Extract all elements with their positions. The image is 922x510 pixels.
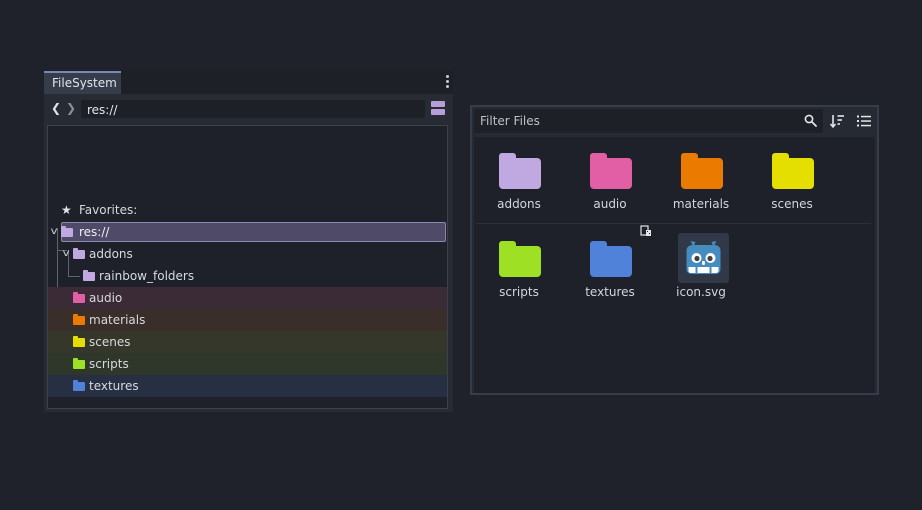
- path-bar: ❮ ❯ res://: [44, 94, 453, 122]
- folder-icon: [73, 248, 85, 259]
- vertical-dots-icon[interactable]: [441, 74, 453, 90]
- grid-item-label: textures: [585, 285, 635, 299]
- filesystem-dock: FileSystem ❮ ❯ res:// ★ Favorites: v res…: [44, 70, 453, 412]
- import-status-icon: [640, 225, 651, 236]
- file-tree: ★ Favorites: v res:// v addons rainbow_f…: [47, 125, 448, 409]
- tree-row-rainbow-folders[interactable]: rainbow_folders: [48, 265, 447, 287]
- tree-row-materials[interactable]: materials: [48, 309, 447, 331]
- tree-favorites-row[interactable]: ★ Favorites:: [48, 199, 447, 221]
- tree-label-res: res://: [79, 225, 110, 239]
- folder-icon: [590, 153, 632, 189]
- folder-icon: [772, 153, 814, 189]
- grid-item-textures[interactable]: textures: [565, 225, 655, 309]
- tree-row-addons[interactable]: v addons: [48, 243, 447, 265]
- folder-icon: [73, 380, 85, 391]
- tree-label-materials: materials: [89, 313, 146, 327]
- folder-icon: [590, 241, 632, 277]
- split-toggle-icon[interactable]: [430, 100, 446, 117]
- tab-filesystem[interactable]: FileSystem: [44, 71, 121, 94]
- file-grid: addons audio materials scenes scripts te…: [474, 137, 875, 393]
- tree-row-scripts[interactable]: scripts: [48, 353, 447, 375]
- grid-item-materials[interactable]: materials: [656, 137, 746, 221]
- tree-row-res[interactable]: v res://: [48, 221, 447, 243]
- tree-label-scenes: scenes: [89, 335, 131, 349]
- folder-icon: [499, 153, 541, 189]
- godot-logo-icon: [678, 233, 729, 283]
- filter-files-placeholder: Filter Files: [480, 114, 540, 128]
- folder-icon: [499, 241, 541, 277]
- folder-icon: [83, 270, 95, 281]
- selection-highlight: [61, 222, 446, 242]
- grid-item-scenes[interactable]: scenes: [747, 137, 837, 221]
- tree-label-rainbow-folders: rainbow_folders: [99, 269, 195, 283]
- dock-tab-bar: FileSystem: [44, 70, 453, 94]
- grid-item-label: addons: [497, 197, 541, 211]
- grid-item-label: scenes: [771, 197, 813, 211]
- tree-row-textures[interactable]: textures: [48, 375, 447, 397]
- sort-icon[interactable]: [829, 113, 845, 129]
- filter-files-input[interactable]: Filter Files: [474, 109, 823, 133]
- search-icon[interactable]: [804, 114, 817, 127]
- chevron-right-icon[interactable]: ❯: [66, 101, 76, 115]
- chevron-left-icon[interactable]: ❮: [51, 101, 61, 115]
- grid-item-label: icon.svg: [676, 285, 726, 299]
- grid-item-label: audio: [593, 197, 627, 211]
- grid-item-label: materials: [672, 197, 730, 211]
- folder-icon: [73, 358, 85, 369]
- folder-icon: [61, 226, 73, 237]
- grid-item-label: scripts: [499, 285, 539, 299]
- folder-icon: [73, 336, 85, 347]
- tree-label-textures: textures: [89, 379, 139, 393]
- grid-item-audio[interactable]: audio: [565, 137, 655, 221]
- tree-label-audio: audio: [89, 291, 123, 305]
- folder-icon: [73, 314, 85, 325]
- tree-row-audio[interactable]: audio: [48, 287, 447, 309]
- path-input[interactable]: res://: [81, 100, 425, 118]
- tree-row-scenes[interactable]: scenes: [48, 331, 447, 353]
- tree-label-scripts: scripts: [89, 357, 129, 371]
- grid-item-icon-svg[interactable]: icon.svg: [640, 225, 746, 309]
- tree-label-addons: addons: [89, 247, 133, 261]
- row-divider: [476, 223, 871, 224]
- list-view-icon[interactable]: [857, 114, 871, 128]
- file-grid-panel: Filter Files addons audio materials scen…: [470, 105, 879, 395]
- folder-icon: [73, 292, 85, 303]
- folder-icon: [681, 153, 723, 189]
- star-icon: ★: [61, 203, 72, 217]
- grid-item-addons[interactable]: addons: [474, 137, 564, 221]
- tree-favorites-label: Favorites:: [79, 203, 138, 217]
- grid-item-scripts[interactable]: scripts: [474, 225, 564, 309]
